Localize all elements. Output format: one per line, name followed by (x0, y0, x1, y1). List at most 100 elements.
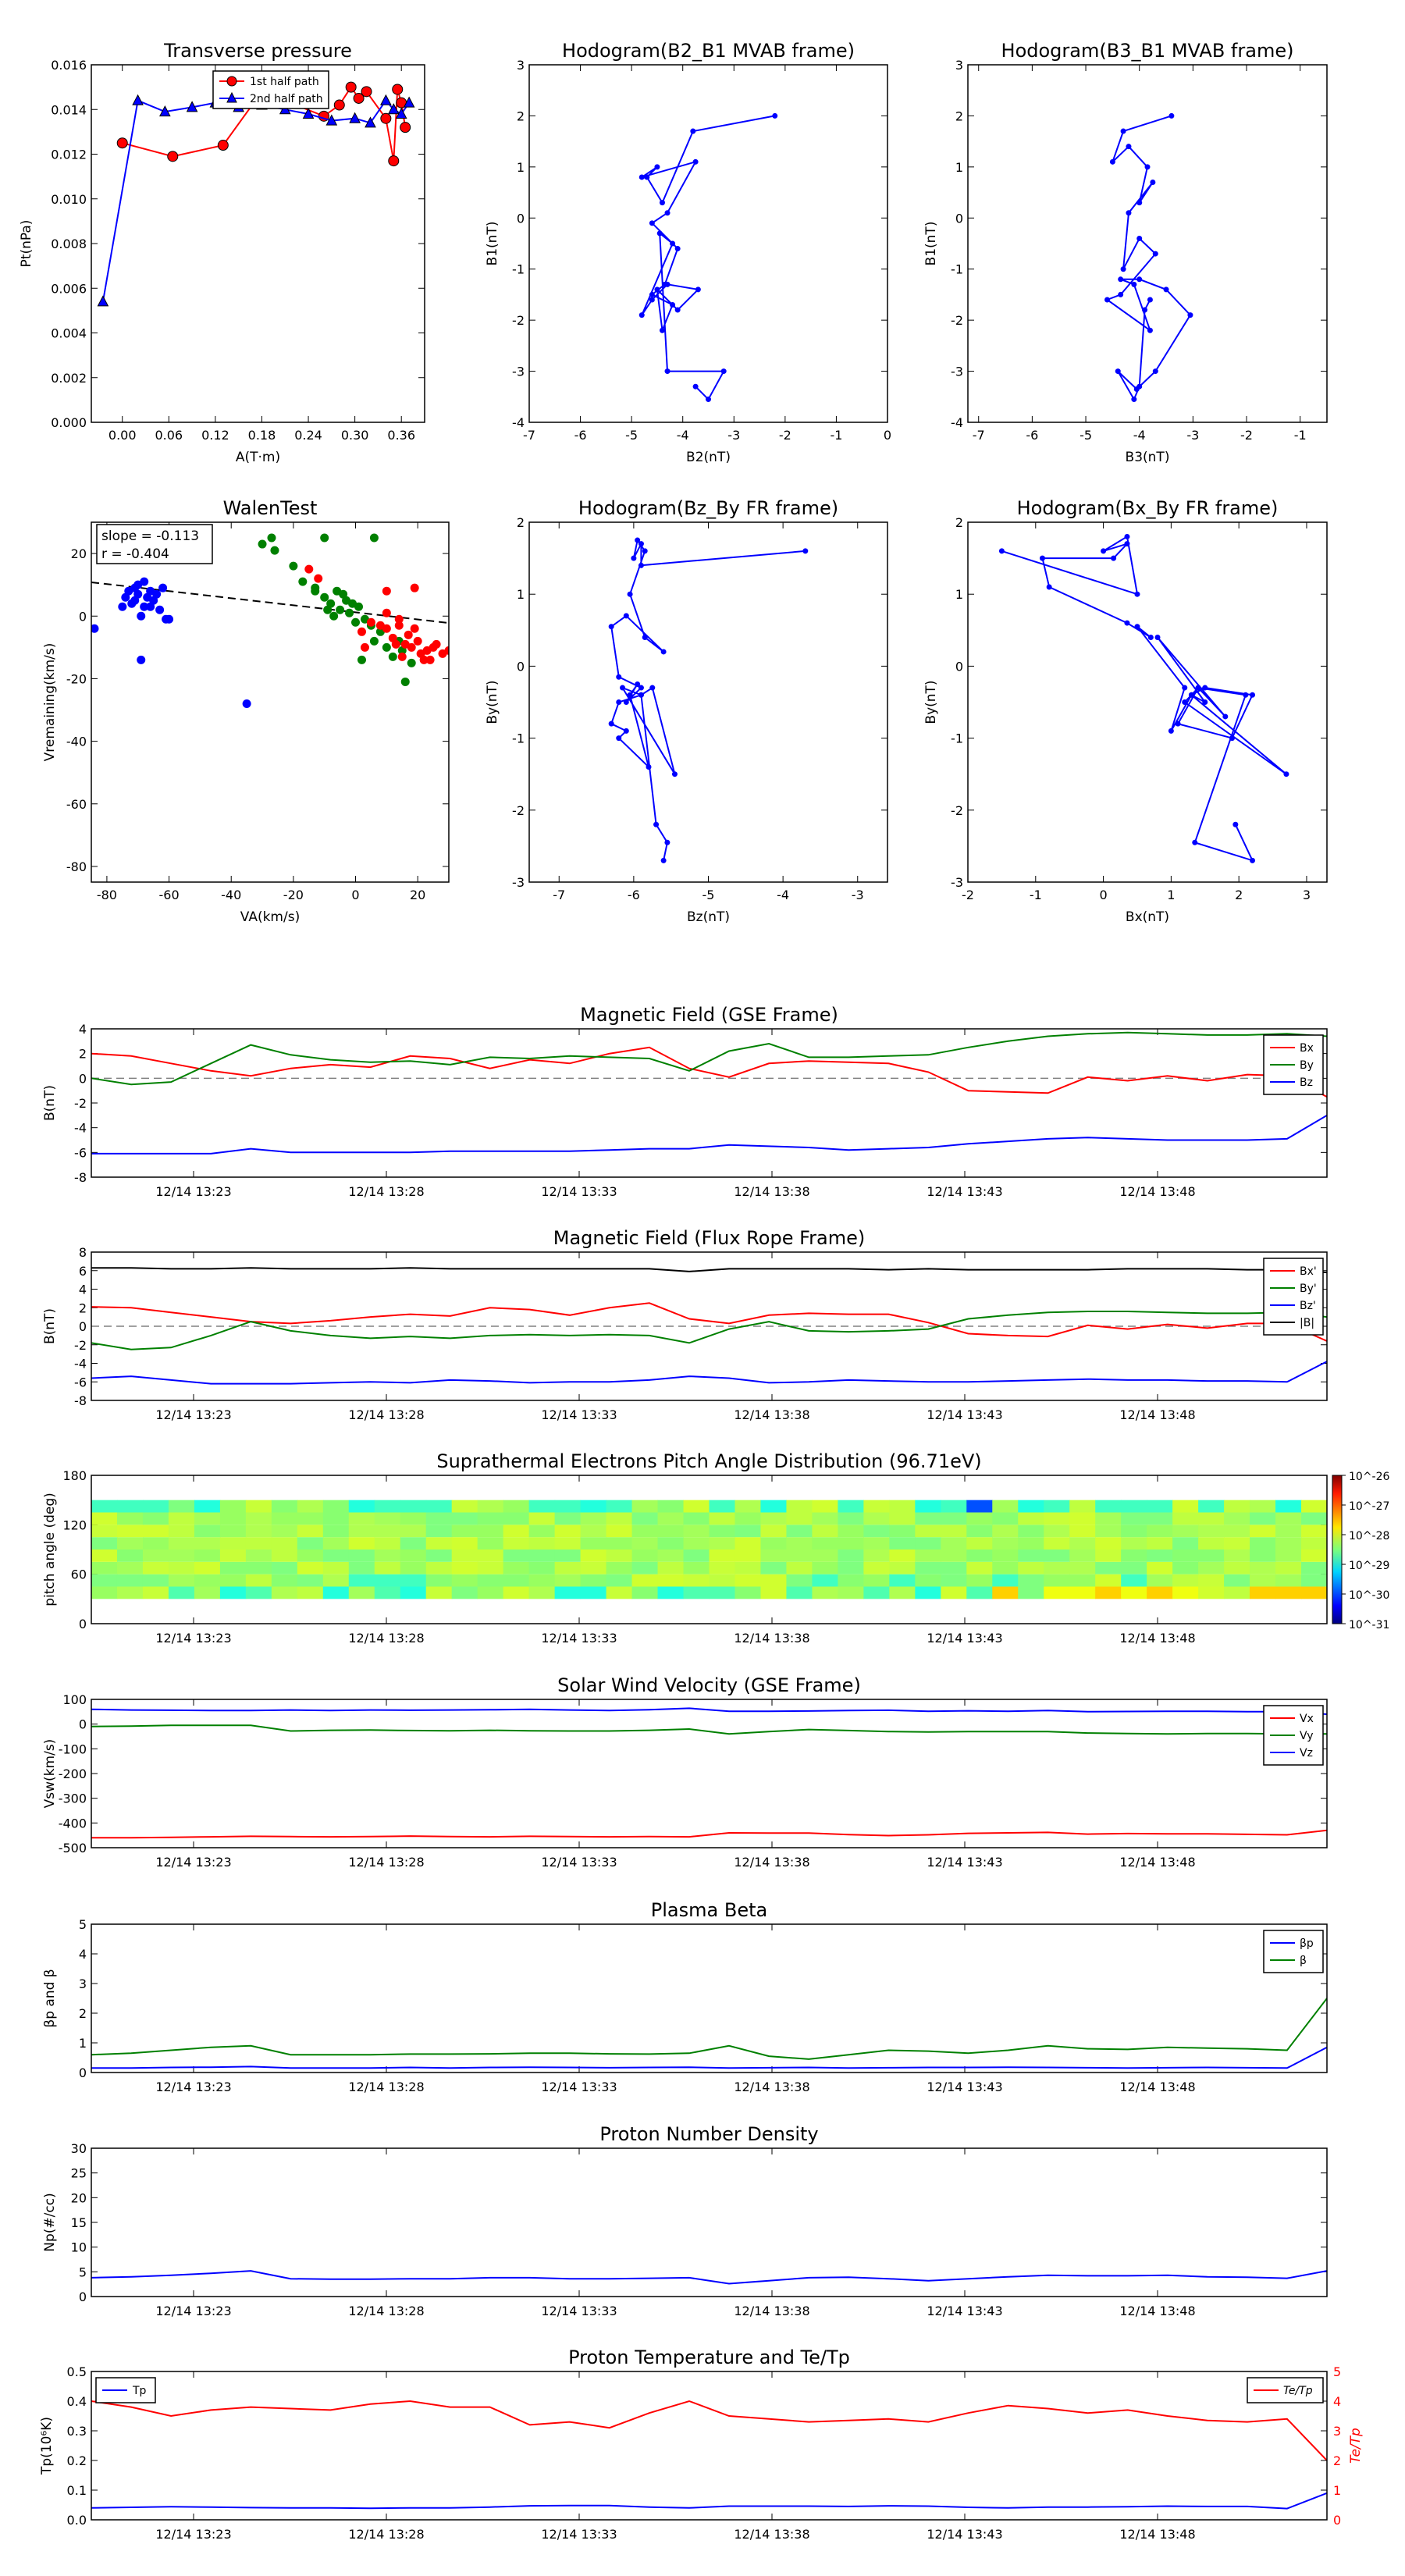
data-point (155, 605, 165, 614)
data-point (608, 720, 614, 727)
plot-frame (528, 64, 888, 423)
data-point (404, 630, 413, 639)
heatmap-cell (1275, 1561, 1302, 1574)
data-point (242, 699, 251, 709)
heatmap-cell (1095, 1500, 1122, 1513)
data-point (410, 583, 419, 592)
x-tick-label: 0.00 (108, 428, 137, 443)
y-tick-label: -4 (74, 1121, 87, 1136)
hodogram-series (638, 112, 778, 403)
data-point (97, 295, 109, 307)
y-tick-label: 2 (79, 1047, 87, 1062)
heatmap-cell (219, 1537, 247, 1550)
heatmap-cell (838, 1586, 864, 1599)
legend: Bx By Bz (1263, 1034, 1324, 1095)
data-point (1152, 251, 1158, 257)
x-tick-label: 2 (1235, 888, 1243, 902)
data-point (623, 699, 629, 705)
beta-title: Plasma Beta (651, 1899, 767, 1921)
heatmap-cell (606, 1561, 633, 1574)
heatmap-cell (657, 1525, 685, 1538)
data-point (388, 155, 400, 167)
series-line-bz (91, 1361, 1327, 1385)
heatmap-cell (606, 1537, 633, 1550)
data-point (1104, 297, 1111, 303)
y-tick-label: 8 (79, 1245, 87, 1260)
data-point (152, 589, 162, 599)
data-point (400, 122, 411, 133)
data-point (1192, 839, 1198, 845)
heatmap-cell (760, 1561, 788, 1574)
heatmap-cell (863, 1537, 890, 1550)
y-tick-label: 0.002 (51, 371, 87, 386)
x-tick-label: 0.24 (294, 428, 322, 443)
data-point (304, 564, 314, 574)
data-point (1168, 728, 1174, 734)
heatmap-cell (91, 1574, 118, 1587)
data-point (616, 735, 622, 742)
y-tick-label: 5 (79, 2265, 87, 2279)
data-point (1111, 555, 1117, 561)
x-tick-label: 12/14 13:28 (348, 2304, 424, 2318)
data-point (616, 674, 622, 680)
heatmap-cell (735, 1561, 762, 1574)
heatmap-cell (271, 1550, 298, 1562)
walen-xlabel: VA(km/s) (240, 909, 300, 925)
heatmap-cell (528, 1525, 556, 1538)
heatmap-cell (1095, 1561, 1122, 1574)
heatmap-cell (425, 1586, 453, 1599)
y-tick-label: -3 (512, 365, 525, 379)
x-tick-label: 12/14 13:48 (1119, 2080, 1195, 2094)
x-tick-label: 12/14 13:43 (927, 1184, 1002, 1199)
data-point (644, 174, 650, 180)
heatmap-cell (1198, 1512, 1225, 1525)
data-point (653, 821, 660, 827)
beta-ylabel: βp and β (42, 1969, 58, 2027)
data-point (1136, 200, 1143, 206)
data-point (116, 137, 128, 149)
heatmap-cell (915, 1512, 941, 1525)
data-point (1147, 297, 1153, 303)
x-tick-label: -7 (973, 428, 985, 443)
y-tick-label: 5 (79, 1917, 87, 1932)
heatmap-cell (554, 1537, 582, 1550)
heatmap-cell (1018, 1512, 1044, 1525)
heatmap-cell (142, 1574, 169, 1587)
heatmap-cell (1147, 1500, 1173, 1513)
heatmap-cell (297, 1500, 324, 1513)
y-tick-label-right: 4 (1333, 2394, 1341, 2409)
data-point (1229, 735, 1235, 742)
pt-ylabel: Pt(nPa) (19, 220, 34, 268)
heatmap-cell (1224, 1512, 1250, 1525)
heatmap-cell (1147, 1537, 1173, 1550)
bfr-title: Magnetic Field (Flux Rope Frame) (553, 1227, 865, 1249)
heatmap-cell (683, 1512, 710, 1525)
data-point (1120, 128, 1126, 134)
heatmap-cell (425, 1550, 453, 1562)
heatmap-cell (271, 1525, 298, 1538)
data-point (320, 533, 329, 543)
y-tick-label: -4 (74, 1357, 87, 1372)
heatmap-cell (657, 1537, 685, 1550)
r-text: r = -0.404 (101, 546, 169, 562)
heatmap-cell (503, 1537, 530, 1550)
legend-label: |B| (1300, 1317, 1314, 1329)
y-tick-label: 0 (955, 211, 963, 226)
data-point (664, 368, 670, 375)
heatmap-cell (1250, 1512, 1276, 1525)
data-point (380, 94, 392, 105)
legend-marker (226, 76, 237, 87)
data-point (690, 128, 696, 134)
x-tick-label: 12/14 13:23 (155, 1631, 231, 1646)
heatmap-cell (1069, 1550, 1096, 1562)
y-tick-label: -1 (951, 262, 963, 277)
legend-label: βp (1300, 1937, 1314, 1950)
heatmap-cell (1172, 1586, 1199, 1599)
heatmap-cell (1172, 1537, 1199, 1550)
legend-label: β (1300, 1955, 1307, 1967)
h1-title: Hodogram(B2_B1 MVAB frame) (562, 40, 855, 62)
y-tick-label: 0.3 (67, 2424, 87, 2439)
data-point (1101, 548, 1107, 554)
series-line-b (91, 1267, 1327, 1274)
series-line-by (91, 1311, 1327, 1350)
